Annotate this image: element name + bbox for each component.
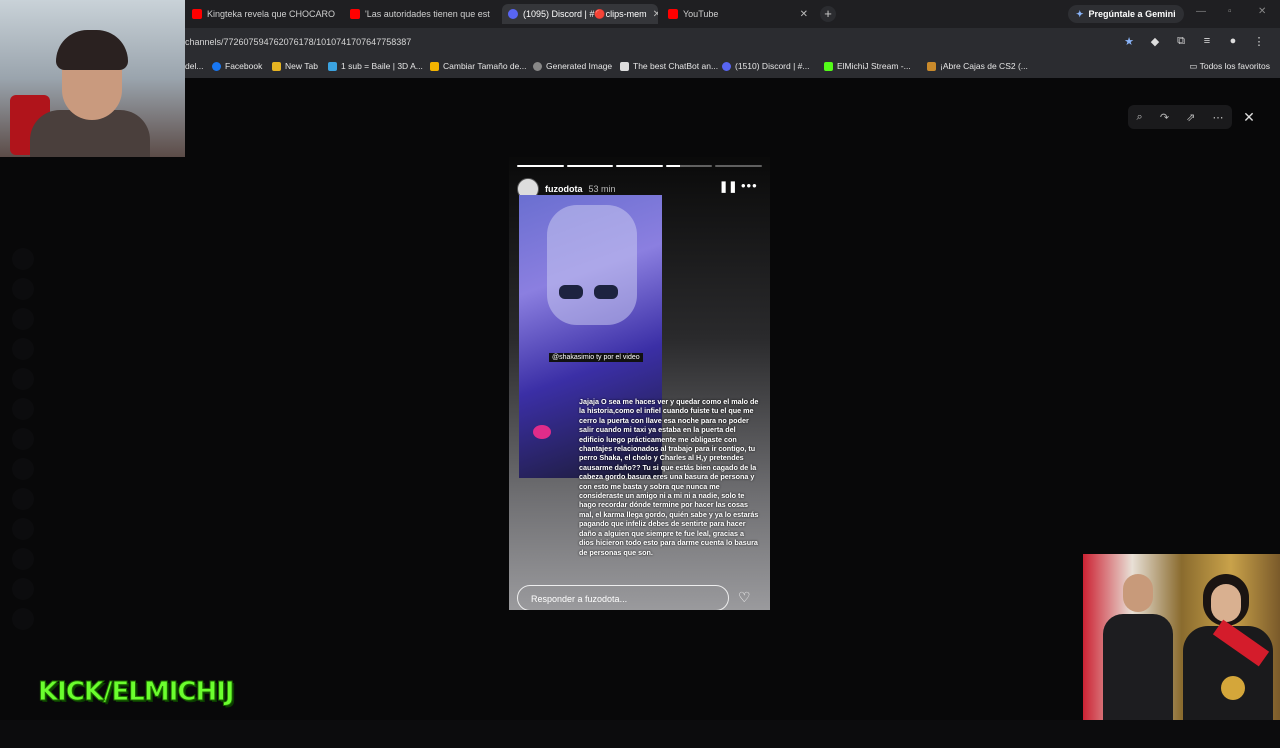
close-icon[interactable]: ✕ xyxy=(335,9,338,20)
person-man xyxy=(1103,574,1173,720)
bookmark-icon xyxy=(927,61,936,71)
bookmarks-bar: del... Facebook New Tab 1 sub = Baile | … xyxy=(0,56,1280,79)
story-image-shape xyxy=(533,425,551,439)
bookmark-label: ElMichiJ Stream -... xyxy=(837,61,911,71)
bookmark-label: ¡Abre Cajas de CS2 (... xyxy=(940,61,1028,71)
kick-icon xyxy=(824,61,833,71)
close-icon[interactable]: ✕ xyxy=(647,9,658,20)
youtube-icon xyxy=(350,9,360,19)
bookmark-item[interactable]: 1 sub = Baile | 3D A... xyxy=(328,61,423,71)
photo-overlay xyxy=(1083,554,1280,720)
minimize-icon[interactable]: — xyxy=(1196,6,1206,17)
close-viewer-button[interactable]: ✕ xyxy=(1240,108,1258,126)
folder-icon: ▭ xyxy=(1189,61,1200,71)
bookmark-item[interactable]: Facebook xyxy=(212,61,262,71)
tab-title: YouTube xyxy=(683,9,719,19)
maximize-icon[interactable]: ▫ xyxy=(1228,6,1232,17)
bookmark-item[interactable]: The best ChatBot an... xyxy=(620,61,718,71)
bookmark-item[interactable]: ¡Abre Cajas de CS2 (... xyxy=(927,61,1028,71)
story-username[interactable]: fuzodota xyxy=(545,184,583,194)
more-options-icon[interactable]: ••• xyxy=(741,178,758,193)
bookmark-label: Generated Image xyxy=(546,61,613,71)
tab-kingteka[interactable]: Kingteka revela que CHOCARO ✕ xyxy=(186,4,338,24)
new-tab-icon xyxy=(272,61,281,71)
close-icon[interactable]: ✕ xyxy=(794,9,808,20)
puzzle-icon[interactable]: ⧉ xyxy=(1174,35,1188,48)
bookmark-item[interactable]: ElMichiJ Stream -... xyxy=(824,61,911,71)
webcam-overlay xyxy=(0,0,185,157)
discord-icon xyxy=(722,61,731,71)
youtube-icon xyxy=(668,9,678,19)
bookmark-item[interactable]: Generated Image xyxy=(533,61,612,71)
close-window-icon[interactable]: ✕ xyxy=(1258,6,1266,17)
bookmark-label: (1510) Discord | #... xyxy=(735,61,810,71)
bookmark-icon xyxy=(430,61,439,71)
profile-icon[interactable]: ● xyxy=(1226,35,1240,48)
story-image-shape xyxy=(594,285,618,299)
tab-autoridades[interactable]: 'Las autoridades tienen que est ✕ xyxy=(344,4,496,24)
story-image-shape xyxy=(559,285,583,299)
gemini-label: Pregúntale a Gemini xyxy=(1088,9,1176,19)
url-field[interactable]: channels/772607594762076178/101074170764… xyxy=(185,37,411,47)
more-icon[interactable]: ⋯ xyxy=(1212,111,1223,124)
address-bar: channels/772607594762076178/101074170764… xyxy=(0,28,1280,56)
tab-title: (1095) Discord | #🔴clips-mem xyxy=(523,8,647,19)
zoom-icon[interactable]: ⌕ xyxy=(1137,111,1143,124)
media-icon[interactable]: ≡ xyxy=(1200,35,1214,48)
story-mention: @shakasimio ty por el video xyxy=(549,353,643,362)
bookmark-label: del... xyxy=(185,61,204,71)
bookmark-label: 1 sub = Baile | 3D A... xyxy=(341,61,423,71)
bookmark-item[interactable]: Cambiar Tamaño de... xyxy=(430,61,526,71)
bookmark-label: New Tab xyxy=(285,61,318,71)
tab-youtube[interactable]: YouTube ✕ xyxy=(662,4,814,24)
medal-shape xyxy=(1221,676,1245,700)
bookmark-icon xyxy=(620,61,629,71)
all-bookmarks-button[interactable]: ▭ Todos los favoritos xyxy=(1189,61,1270,72)
bookmark-icon xyxy=(533,61,542,71)
menu-icon[interactable]: ⋮ xyxy=(1252,35,1266,48)
forward-icon[interactable]: ↷ xyxy=(1160,111,1169,124)
facebook-icon xyxy=(212,61,221,71)
close-icon[interactable]: ✕ xyxy=(490,9,497,20)
story-time: 53 min xyxy=(588,184,616,194)
pause-icon[interactable]: ❚❚ xyxy=(719,180,737,193)
tab-title: Kingteka revela que CHOCARO xyxy=(207,9,336,19)
tab-discord[interactable]: (1095) Discord | #🔴clips-mem ✕ xyxy=(502,4,658,24)
reply-input[interactable]: Responder a fuzodota... xyxy=(517,585,729,610)
bookmark-label: Cambiar Tamaño de... xyxy=(443,61,527,71)
story-progress xyxy=(517,165,762,167)
viewer-toolbar: ⌕ ↷ ⇗ ⋯ xyxy=(1128,105,1232,129)
kick-channel-label: KICK/ELMICHIJ xyxy=(38,677,236,708)
story-viewer: fuzodota 53 min ❚❚ ••• @shakasimio ty po… xyxy=(509,157,770,610)
open-external-icon[interactable]: ⇗ xyxy=(1186,111,1195,124)
bookmark-item[interactable]: del... xyxy=(185,61,203,71)
heart-icon[interactable]: ♡ xyxy=(738,589,751,606)
bookmark-label: Facebook xyxy=(225,61,263,71)
bookmark-icon xyxy=(328,61,337,71)
new-tab-button[interactable]: + xyxy=(820,6,836,22)
bookmark-item[interactable]: New Tab xyxy=(272,61,318,71)
youtube-icon xyxy=(192,9,202,19)
browser-tab-strip: Kingteka revela que CHOCARO ✕ 'Las autor… xyxy=(0,0,1280,28)
star-icon[interactable]: ★ xyxy=(1122,35,1136,48)
tab-title: 'Las autoridades tienen que est xyxy=(365,9,490,19)
bookmark-item[interactable]: (1510) Discord | #... xyxy=(722,61,810,71)
sparkle-icon: ✦ xyxy=(1076,8,1084,19)
story-caption: Jajaja O sea me haces ver y quedar como … xyxy=(579,397,759,557)
extension-icon[interactable]: ◆ xyxy=(1148,35,1162,48)
person-hair xyxy=(56,30,128,70)
story-image-shape xyxy=(547,205,637,325)
discord-icon xyxy=(508,9,518,19)
all-bookmarks-label: Todos los favoritos xyxy=(1199,61,1270,71)
gemini-button[interactable]: ✦ Pregúntale a Gemini xyxy=(1068,5,1184,23)
bookmark-label: The best ChatBot an... xyxy=(633,61,719,71)
